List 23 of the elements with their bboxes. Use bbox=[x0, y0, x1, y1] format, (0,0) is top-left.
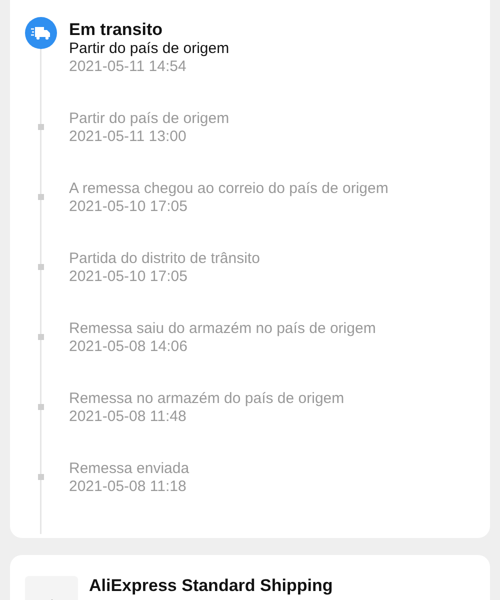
timeline-marker-icon bbox=[38, 264, 44, 270]
event-time: 2021-05-08 14:06 bbox=[69, 338, 188, 356]
event-time: 2021-05-08 11:18 bbox=[69, 478, 188, 496]
event-description: A remessa chegou ao correio do país de origem bbox=[69, 180, 388, 198]
event-time: 2021-05-10 17:05 bbox=[69, 268, 188, 286]
event-description: Remessa no armazém do país de origem bbox=[69, 390, 344, 408]
truck-icon bbox=[25, 17, 57, 49]
shipping-service: AliExpress Standard Shipping bbox=[89, 576, 333, 596]
event-description: Remessa enviada bbox=[69, 460, 190, 478]
status-title: Em transito bbox=[69, 20, 164, 40]
event-description: Partida do distrito de trânsito bbox=[69, 250, 260, 268]
timeline-marker-icon bbox=[38, 124, 44, 130]
timeline-marker-icon bbox=[38, 334, 44, 340]
timeline-marker-icon bbox=[38, 194, 44, 200]
event-time: 2021-05-08 11:48 bbox=[69, 408, 188, 426]
timeline-marker-icon bbox=[38, 474, 44, 480]
event-description: Partir do país de origem bbox=[69, 40, 230, 58]
timeline-marker-icon bbox=[38, 404, 44, 410]
event-time: 2021-05-11 13:00 bbox=[69, 128, 188, 146]
event-description: Partir do país de origem bbox=[69, 110, 230, 128]
event-description: Remessa saiu do armazém no país de origem bbox=[69, 320, 376, 338]
event-time: 2021-05-11 14:54 bbox=[69, 58, 188, 76]
event-time: 2021-05-10 17:05 bbox=[69, 198, 188, 216]
